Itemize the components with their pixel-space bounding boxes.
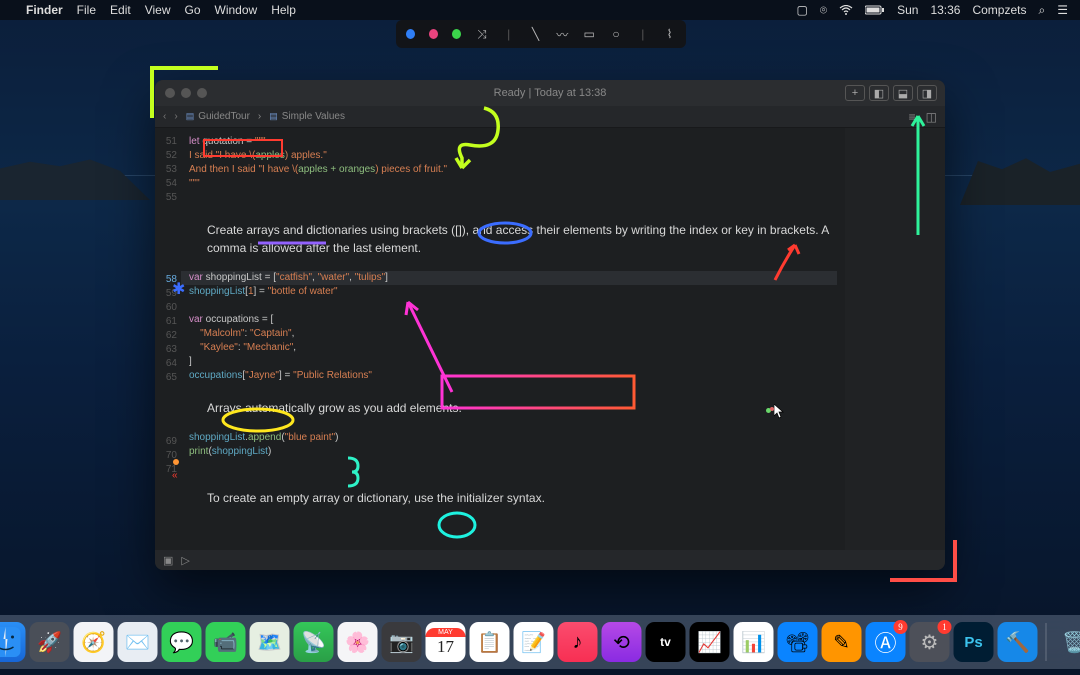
- prose-text: Arrays automatically grow as you add ele…: [207, 399, 837, 417]
- maps-dock-icon[interactable]: 🗺️: [250, 622, 290, 662]
- doc-icon: ▤: [186, 111, 195, 122]
- panel-right-button[interactable]: ◨: [917, 85, 937, 101]
- breadcrumb-folder[interactable]: ▤GuidedTour: [186, 111, 250, 122]
- search-icon[interactable]: ⌕: [1039, 3, 1046, 18]
- shuffle-icon[interactable]: ⤨: [475, 27, 488, 42]
- color-pink-button[interactable]: [429, 29, 438, 39]
- cursor-icon: [774, 404, 786, 420]
- debug-bar: ▣ ▷: [155, 550, 945, 570]
- macos-menubar: Finder File Edit View Go Window Help ▢ ⌾…: [0, 0, 1080, 20]
- split-icon[interactable]: ◫: [926, 110, 937, 124]
- prose-text: To create an empty array or dictionary, …: [207, 489, 837, 507]
- mail-dock-icon[interactable]: ✉️: [118, 622, 158, 662]
- xcode-dock-icon[interactable]: 🔨: [998, 622, 1038, 662]
- curve-tool-icon[interactable]: 〰: [556, 26, 569, 43]
- color-blue-button[interactable]: [406, 29, 415, 39]
- color-green-button[interactable]: [452, 29, 461, 39]
- system-preferences-dock-icon[interactable]: ⚙︎1: [910, 622, 950, 662]
- facetime-dock-icon[interactable]: 📹: [206, 622, 246, 662]
- minimize-button[interactable]: [181, 88, 191, 98]
- reminders-dock-icon[interactable]: 📋: [470, 622, 510, 662]
- line-gutter: 51 52 53 54 55 58 59 60 61 62 63 64 65 6…: [155, 128, 181, 550]
- code-text[interactable]: let quotation = """ I said "I have \(app…: [181, 128, 845, 550]
- prose-text: Create arrays and dictionaries using bra…: [207, 221, 837, 257]
- wifi-icon[interactable]: [839, 5, 853, 15]
- dock-separator: [1046, 623, 1047, 661]
- airplay-icon[interactable]: ⌾: [820, 3, 827, 18]
- divider-icon: |: [636, 27, 649, 41]
- view-menu[interactable]: View: [145, 3, 171, 17]
- zoom-button[interactable]: [197, 88, 207, 98]
- panel-left-button[interactable]: ◧: [869, 85, 889, 101]
- photos-dock-icon[interactable]: 🌸: [338, 622, 378, 662]
- window-menu[interactable]: Window: [215, 3, 258, 17]
- console-icon[interactable]: ▣: [163, 554, 173, 567]
- trash-dock-icon[interactable]: 🗑️: [1055, 622, 1080, 662]
- breadcrumb-bar: ‹ › ▤GuidedTour › ▤Simple Values ≡ ◫: [155, 106, 945, 128]
- window-titlebar[interactable]: Ready | Today at 13:38 + ◧ ⬓ ◨: [155, 80, 945, 106]
- outline-icon[interactable]: ≡: [909, 110, 916, 124]
- results-sidebar: [845, 128, 945, 550]
- dock: 🚀 🧭 ✉️ 💬 📹 🗺️ 📡 🌸 📷 MAY17 📋 📝 ♪ ⟲ tv 📈 📊…: [0, 615, 1080, 669]
- tv-dock-icon[interactable]: tv: [646, 622, 686, 662]
- breadcrumb-file[interactable]: ▤Simple Values: [269, 111, 345, 122]
- close-button[interactable]: [165, 88, 175, 98]
- help-menu[interactable]: Help: [271, 3, 296, 17]
- add-tab-button[interactable]: +: [845, 85, 865, 101]
- numbers-dock-icon[interactable]: 📊: [734, 622, 774, 662]
- podcasts-dock-icon[interactable]: ⟲: [602, 622, 642, 662]
- safari-dock-icon[interactable]: 🧭: [74, 622, 114, 662]
- go-menu[interactable]: Go: [185, 3, 201, 17]
- messages-dock-icon[interactable]: 💬: [162, 622, 202, 662]
- link-tool-icon[interactable]: ⌇: [663, 27, 676, 41]
- clock-time[interactable]: 13:36: [930, 3, 960, 17]
- annotation-toolbar[interactable]: ⤨ | ╲ 〰 ▭ ○ | ⌇: [396, 20, 686, 48]
- window-title: Ready | Today at 13:38: [494, 87, 607, 99]
- findmy-dock-icon[interactable]: 📡: [294, 622, 334, 662]
- calendar-dock-icon[interactable]: MAY17: [426, 622, 466, 662]
- control-center-icon[interactable]: ☰: [1057, 3, 1068, 17]
- photoshop-dock-icon[interactable]: Ps: [954, 622, 994, 662]
- finder-dock-icon[interactable]: [0, 622, 26, 662]
- divider-icon: |: [502, 27, 515, 41]
- rectangle-tool-icon[interactable]: ▭: [583, 27, 596, 41]
- line-tool-icon[interactable]: ╲: [529, 27, 542, 41]
- pages-dock-icon[interactable]: ✎: [822, 622, 862, 662]
- app-menu[interactable]: Finder: [26, 3, 63, 17]
- appstore-dock-icon[interactable]: Ⓐ9: [866, 622, 906, 662]
- xcode-window: Ready | Today at 13:38 + ◧ ⬓ ◨ ‹ › ▤Guid…: [155, 80, 945, 570]
- back-button[interactable]: ‹: [163, 111, 166, 122]
- file-menu[interactable]: File: [77, 3, 96, 17]
- stocks-dock-icon[interactable]: 📈: [690, 622, 730, 662]
- cursor-highlight-icon: [766, 408, 771, 413]
- badge: 1: [938, 620, 952, 634]
- launchpad-dock-icon[interactable]: 🚀: [30, 622, 70, 662]
- badge: 9: [894, 620, 908, 634]
- doc-icon: ▤: [269, 111, 278, 122]
- edit-menu[interactable]: Edit: [110, 3, 131, 17]
- circle-tool-icon[interactable]: ○: [610, 27, 623, 41]
- forward-button[interactable]: ›: [174, 111, 177, 122]
- display-icon[interactable]: ▢: [797, 3, 808, 17]
- run-icon[interactable]: ▷: [181, 554, 189, 567]
- user-name[interactable]: Compzets: [972, 3, 1026, 17]
- notes-dock-icon[interactable]: 📝: [514, 622, 554, 662]
- keynote-dock-icon[interactable]: 📽: [778, 622, 818, 662]
- panel-bottom-button[interactable]: ⬓: [893, 85, 913, 101]
- clock-day[interactable]: Sun: [897, 3, 918, 17]
- photobooth-dock-icon[interactable]: 📷: [382, 622, 422, 662]
- battery-icon[interactable]: [865, 5, 885, 15]
- music-dock-icon[interactable]: ♪: [558, 622, 598, 662]
- code-editor[interactable]: 51 52 53 54 55 58 59 60 61 62 63 64 65 6…: [155, 128, 945, 550]
